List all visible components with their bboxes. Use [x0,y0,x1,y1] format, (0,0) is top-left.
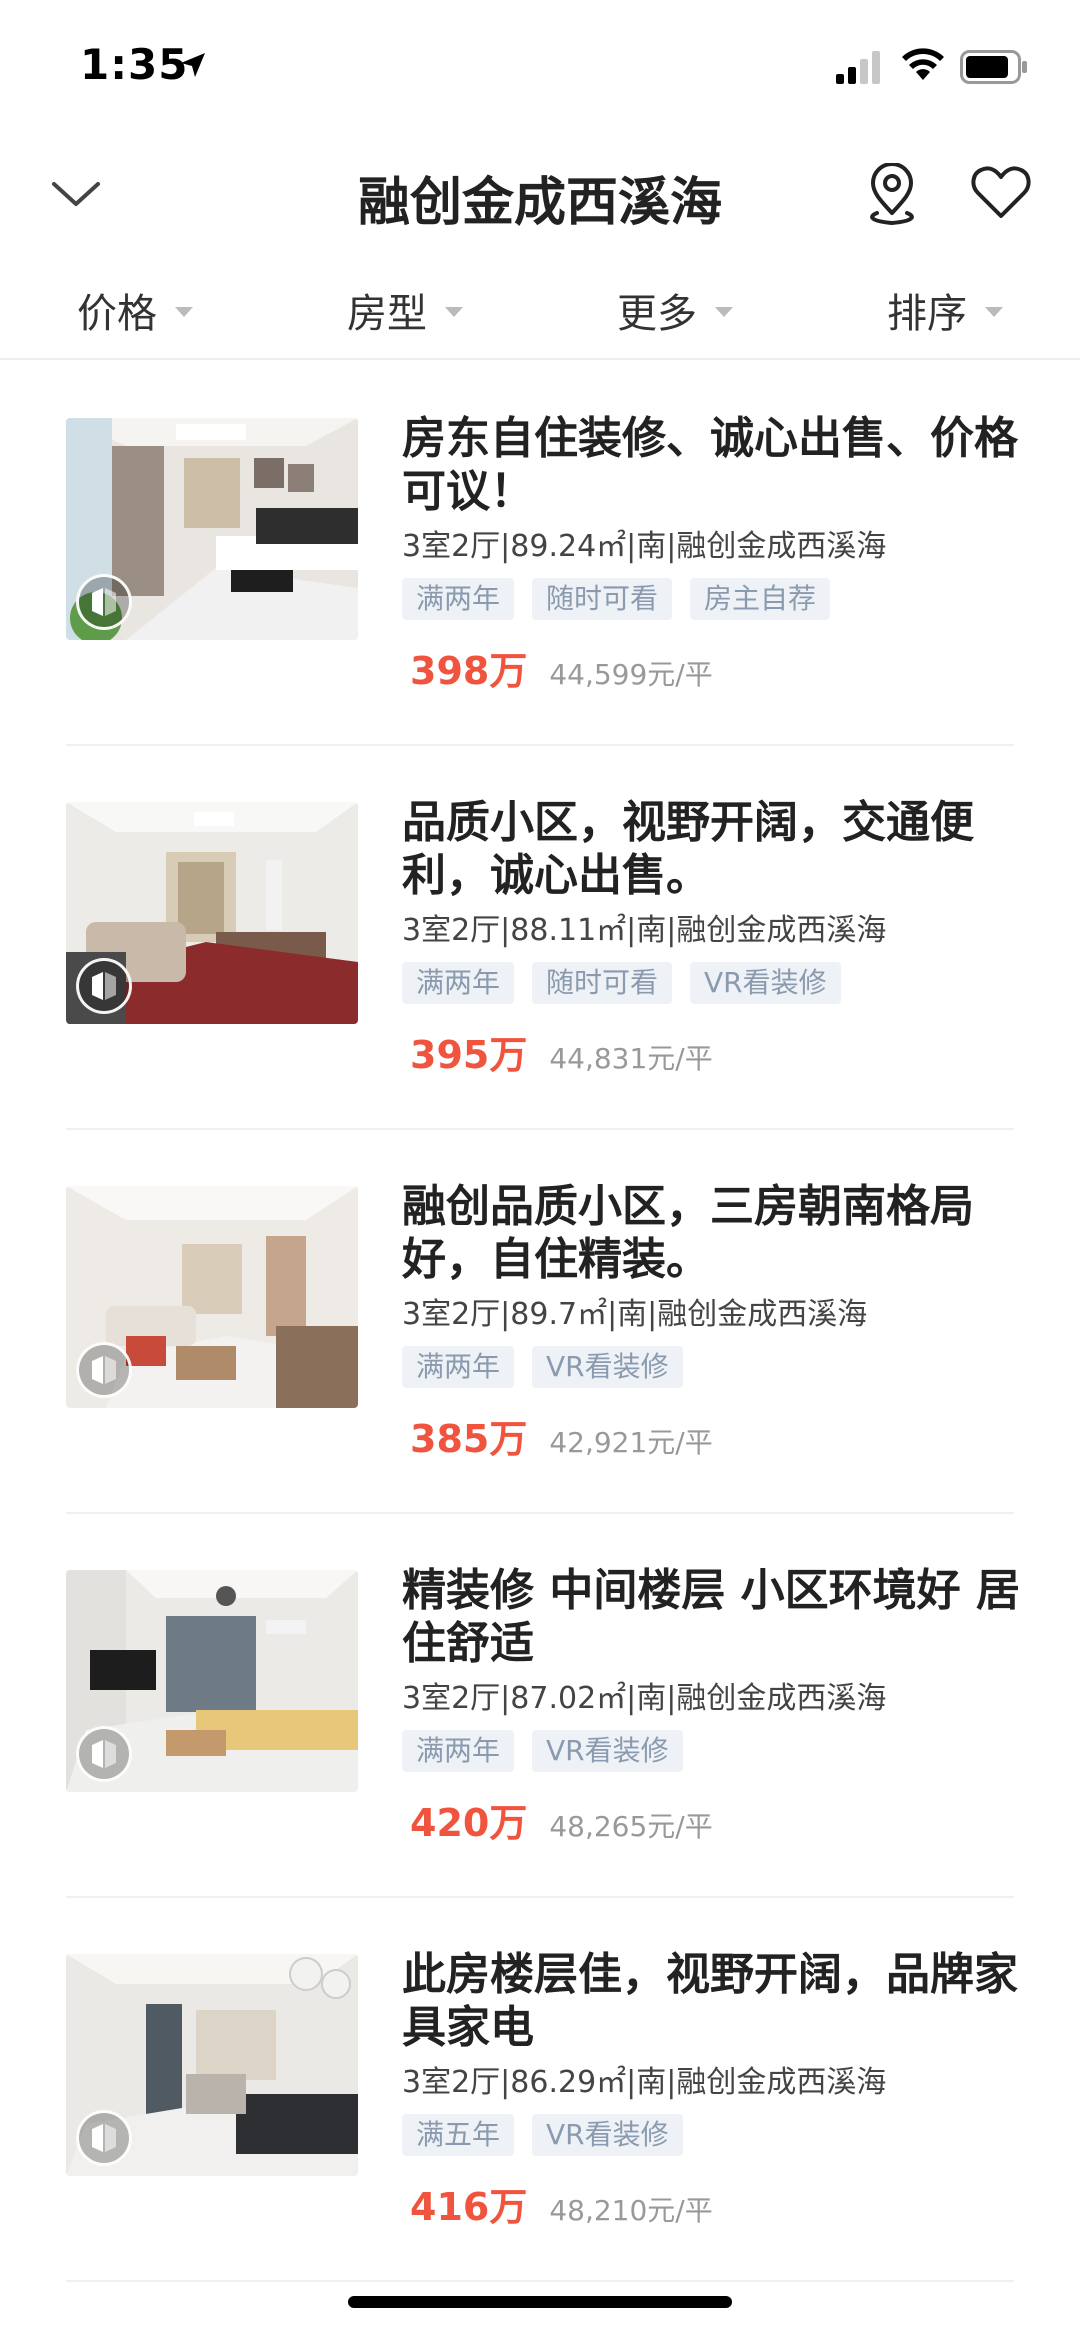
total-price: 420万 [410,1801,528,1845]
vr-cube-icon [92,1740,116,1768]
filter-label: 价格 [77,291,157,337]
listing-title: 精装修 中间楼层 小区环境好 居住舒适 [402,1565,1020,1669]
listing-meta: 3室2厅|89.7㎡|南|融创金成西溪海 [402,1297,868,1332]
total-price: 385万 [410,1417,528,1461]
listing-tag: VR看装修 [532,1730,683,1772]
listing-tag: 房主自荐 [690,578,831,620]
price-row: 395万 44,831元/平 [402,1024,1022,1079]
listing-meta: 3室2厅|88.11㎡|南|融创金成西溪海 [402,913,887,948]
vr-tour-badge[interactable] [76,2110,132,2166]
listing-tag: 随时可看 [532,962,673,1004]
vr-cube-icon [92,1356,116,1384]
total-price: 398万 [410,649,528,693]
listing-title: 此房楼层佳，视野开阔，品牌家具家电 [402,1949,1018,2053]
listing-card[interactable]: 此房楼层佳，视野开阔，品牌家具家电 3室2厅|86.29㎡|南|融创金成西溪海 … [66,1898,1018,2282]
listing-list: 房东自住装修、诚心出售、价格可议！ 3室2厅|89.24㎡|南|融创金成西溪海 … [0,362,1080,2282]
unit-price: 48,210元/平 [549,2194,713,2227]
unit-price: 44,831元/平 [549,1042,713,1075]
vr-cube-icon [92,588,116,616]
listing-info: 品质小区，视野开阔，交通便利，诚心出售。 3室2厅|88.11㎡|南|融创金成西… [402,796,1022,1079]
wifi-icon [902,48,944,80]
listing-tag: 满两年 [402,962,515,1004]
listing-card[interactable]: 精装修 中间楼层 小区环境好 居住舒适 3室2厅|87.02㎡|南|融创金成西溪… [66,1514,1020,1898]
listing-title: 品质小区，视野开阔，交通便利，诚心出售。 [402,797,974,901]
location-arrow-icon [181,53,205,77]
vr-tour-badge[interactable] [76,574,132,630]
listing-info: 融创品质小区，三房朝南格局好，自住精装。 3室2厅|89.7㎡|南|融创金成西溪… [402,1180,1022,1463]
map-button[interactable] [860,158,924,230]
vr-cube-icon [92,972,116,1000]
favorite-button[interactable] [966,160,1036,226]
listing-meta: 3室2厅|89.24㎡|南|融创金成西溪海 [402,529,887,564]
listing-photo [66,1954,358,2176]
filter-sort[interactable]: 排序 [810,262,1080,358]
vr-tour-badge[interactable] [76,1726,132,1782]
dropdown-caret-icon [985,307,1003,317]
filter-label: 更多 [617,291,697,337]
vr-tour-badge[interactable] [76,1342,132,1398]
listing-tag: 满两年 [402,1346,515,1388]
cellular-signal-icon [836,51,880,84]
listing-tag: 满五年 [402,2114,515,2156]
unit-price: 42,921元/平 [549,1426,713,1459]
listing-photo [66,1186,358,1408]
status-bar: 1:35 [0,0,1080,132]
price-row: 385万 42,921元/平 [402,1408,1022,1463]
heart-icon [971,166,1031,218]
listing-tags: 满两年 VR看装修 [402,1346,1022,1388]
listing-title: 房东自住装修、诚心出售、价格可议！ [402,413,1018,517]
nav-bar: 融创金成西溪海 [0,132,1080,252]
listing-info: 房东自住装修、诚心出售、价格可议！ 3室2厅|89.24㎡|南|融创金成西溪海 … [402,412,1022,695]
listing-tag: VR看装修 [532,2114,683,2156]
listing-meta: 3室2厅|86.29㎡|南|融创金成西溪海 [402,2065,887,2100]
listing-meta: 3室2厅|87.02㎡|南|融创金成西溪海 [402,1681,887,1716]
filter-layout[interactable]: 房型 [270,262,540,358]
listing-title: 融创品质小区，三房朝南格局好，自住精装。 [402,1181,974,1285]
listing-tags: 满五年 VR看装修 [402,2114,1022,2156]
listing-card[interactable]: 融创品质小区，三房朝南格局好，自住精装。 3室2厅|89.7㎡|南|融创金成西溪… [66,1130,1014,1514]
total-price: 416万 [410,2185,528,2229]
listing-tag: 满两年 [402,578,515,620]
vr-cube-icon [92,2124,116,2152]
listing-photo [66,418,358,640]
dropdown-caret-icon [715,307,733,317]
status-time: 1:35 [80,40,189,89]
total-price: 395万 [410,1033,528,1077]
listing-info: 此房楼层佳，视野开阔，品牌家具家电 3室2厅|86.29㎡|南|融创金成西溪海 … [402,1948,1022,2231]
listing-card[interactable]: 房东自住装修、诚心出售、价格可议！ 3室2厅|89.24㎡|南|融创金成西溪海 … [66,362,1018,746]
unit-price: 44,599元/平 [549,658,713,691]
filter-price[interactable]: 价格 [0,262,270,358]
listing-tag: 随时可看 [532,578,673,620]
filter-bar: 价格 房型 更多 排序 [0,262,1080,360]
filter-label: 房型 [347,291,427,337]
listing-photo [66,1570,358,1792]
price-row: 420万 48,265元/平 [402,1792,1022,1847]
listing-tag: VR看装修 [532,1346,683,1388]
filter-label: 排序 [887,291,967,337]
map-pin-icon [870,163,914,225]
listing-tag: VR看装修 [690,962,841,1004]
listing-info: 精装修 中间楼层 小区环境好 居住舒适 3室2厅|87.02㎡|南|融创金成西溪… [402,1564,1022,1847]
dropdown-caret-icon [445,307,463,317]
battery-icon [960,50,1027,84]
listing-tags: 满两年 VR看装修 [402,1730,1022,1772]
price-row: 416万 48,210元/平 [402,2176,1022,2231]
listing-tag: 满两年 [402,1730,515,1772]
price-row: 398万 44,599元/平 [402,640,1022,695]
unit-price: 48,265元/平 [549,1810,713,1843]
listing-tags: 满两年 随时可看 VR看装修 [402,962,1022,1004]
vr-tour-badge[interactable] [76,958,132,1014]
listing-card[interactable]: 品质小区，视野开阔，交通便利，诚心出售。 3室2厅|88.11㎡|南|融创金成西… [66,746,1014,1130]
listing-photo [66,802,358,1024]
dropdown-caret-icon [175,307,193,317]
home-indicator[interactable] [348,2296,732,2308]
filter-more[interactable]: 更多 [540,262,810,358]
listing-tags: 满两年 随时可看 房主自荐 [402,578,1022,620]
